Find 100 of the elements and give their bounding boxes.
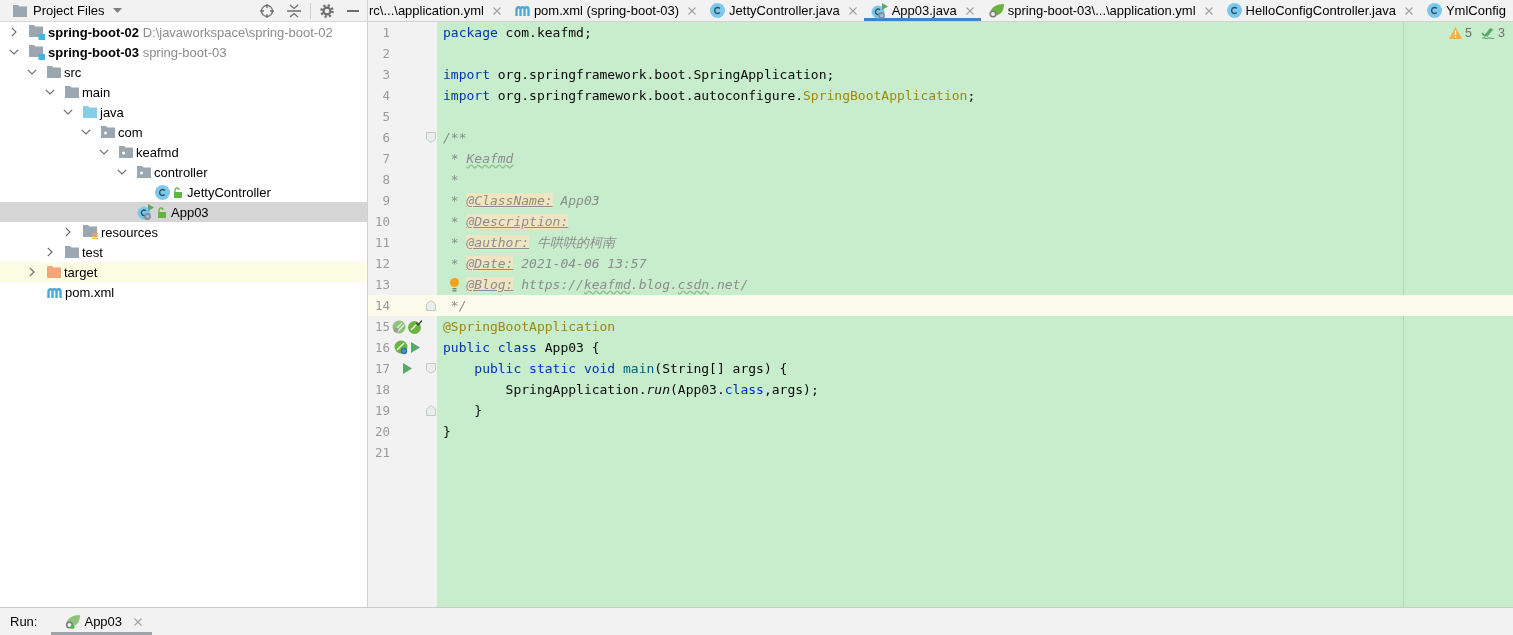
- chevron-down-icon[interactable]: [45, 89, 55, 95]
- m-file-icon: [47, 286, 62, 298]
- close-icon[interactable]: [688, 6, 697, 15]
- runnable-class-icon: [137, 204, 154, 220]
- class-icon: [1426, 3, 1442, 18]
- tree-item[interactable]: test: [0, 242, 367, 262]
- lightbulb-icon[interactable]: [450, 277, 460, 292]
- tree-item[interactable]: java: [0, 102, 367, 122]
- line-number: 2: [381, 46, 390, 61]
- run-icon[interactable]: [411, 342, 420, 353]
- chevron-down-icon[interactable]: [63, 109, 73, 115]
- line-number: 8: [381, 172, 390, 187]
- tree-item[interactable]: spring-boot-03 spring-boot-03: [0, 42, 367, 62]
- warning-icon: [1449, 27, 1463, 39]
- folder-icon: [13, 4, 27, 17]
- chevron-right-icon[interactable]: [11, 27, 17, 37]
- line-number: 21: [373, 445, 390, 460]
- editor-tab[interactable]: rc\...\application.yml: [368, 0, 508, 21]
- close-icon[interactable]: [1404, 6, 1413, 15]
- line-number: 9: [381, 193, 390, 208]
- resources-folder-icon: [83, 225, 98, 239]
- settings-icon[interactable]: [320, 3, 334, 18]
- chevron-down-icon[interactable]: [117, 169, 127, 175]
- close-icon[interactable]: [965, 6, 974, 15]
- module-folder-icon: [29, 44, 45, 60]
- line-number: 13: [373, 277, 390, 292]
- line-number: 5: [381, 109, 390, 124]
- inspections-widget[interactable]: 5 3: [1449, 26, 1511, 40]
- collapse-all-icon[interactable]: [287, 3, 301, 18]
- leaf-gear-icon: [987, 3, 1004, 18]
- editor-tab[interactable]: JettyController.java: [703, 0, 864, 21]
- chevron-right-icon[interactable]: [65, 227, 71, 237]
- chevron-down-icon[interactable]: [99, 149, 109, 155]
- line-number: 15: [373, 319, 390, 334]
- code-line: @Blog: https://keafmd.blog.csdn.net/: [466, 277, 749, 292]
- tree-item[interactable]: target: [0, 262, 367, 282]
- lock-icon: [157, 206, 166, 218]
- code-line: public static void main(String[] args) {: [473, 361, 788, 376]
- tree-item[interactable]: main: [0, 82, 367, 102]
- tree-item[interactable]: spring-boot-02 D:\javaworkspace\spring-boot-02: [0, 22, 367, 42]
- leaf-gear-icon: [64, 614, 81, 629]
- chevron-down-icon[interactable]: [81, 129, 91, 135]
- chevron-right-icon[interactable]: [47, 247, 53, 257]
- code-line: *: [449, 172, 459, 187]
- code-line: @SpringBootApplication: [443, 319, 616, 334]
- editor-tab[interactable]: YmlConfig: [1419, 0, 1513, 21]
- runnable-class-icon: [870, 2, 888, 19]
- close-icon[interactable]: [848, 6, 857, 15]
- code-line: /**: [443, 130, 467, 145]
- chevron-right-icon[interactable]: [29, 267, 35, 277]
- run-tab[interactable]: App03: [51, 608, 153, 635]
- tree-item[interactable]: com: [0, 122, 367, 142]
- minimize-icon[interactable]: [347, 9, 359, 12]
- package-folder-icon: [119, 146, 133, 158]
- code-line: * @ClassName: App03: [449, 193, 600, 208]
- chevron-down-icon[interactable]: [27, 69, 37, 75]
- run-icon[interactable]: [402, 363, 412, 374]
- close-icon[interactable]: [492, 6, 501, 15]
- class-icon: [710, 3, 726, 18]
- close-icon[interactable]: [1204, 6, 1213, 15]
- code-line: * Keafmd: [449, 151, 514, 166]
- line-number: 14: [373, 298, 390, 313]
- bean-badge-icon[interactable]: [394, 340, 409, 355]
- tree-item[interactable]: resources: [0, 222, 367, 242]
- editor-tab[interactable]: pom.xml (spring-boot-03): [507, 0, 704, 21]
- m-file-icon: [514, 5, 530, 16]
- code-line: import org.springframework.boot.autoconfigure.SpringBootApplication;: [443, 88, 976, 103]
- line-number: 12: [373, 256, 390, 271]
- code-line: * @Description:: [449, 214, 569, 229]
- tree-item[interactable]: JettyController: [0, 182, 367, 202]
- caret-down-icon: [112, 8, 122, 13]
- code-line: public class App03 {: [443, 340, 600, 355]
- close-icon[interactable]: [134, 617, 143, 626]
- code-line: SpringApplication.run(App03.class,args);: [504, 382, 819, 397]
- line-number: 17: [373, 361, 390, 376]
- project-view-dropdown[interactable]: Project Files: [13, 0, 122, 21]
- line-number: 4: [381, 88, 390, 103]
- editor-tab[interactable]: App03.java: [863, 0, 981, 21]
- line-number: 7: [381, 151, 390, 166]
- folder-icon: [65, 86, 79, 98]
- line-number: 18: [373, 382, 390, 397]
- tree-item[interactable]: App03: [0, 202, 367, 222]
- editor-tab[interactable]: HelloConfigController.java: [1219, 0, 1420, 21]
- line-number: 1: [381, 25, 390, 40]
- code-line: */: [449, 298, 467, 313]
- code-line: package com.keafmd;: [443, 25, 592, 40]
- line-number: 20: [373, 424, 390, 439]
- code-line: }: [443, 424, 451, 439]
- tree-item[interactable]: src: [0, 62, 367, 82]
- code-line: }: [473, 403, 483, 418]
- excluded-folder-icon: [47, 266, 61, 278]
- line-number: 11: [373, 235, 390, 250]
- bean-link-icon[interactable]: [408, 319, 422, 334]
- locate-icon[interactable]: [260, 3, 274, 18]
- module-folder-icon: [29, 24, 45, 40]
- tree-item[interactable]: keafmd: [0, 142, 367, 162]
- tree-item[interactable]: pom.xml: [0, 282, 367, 302]
- chevron-down-icon[interactable]: [9, 49, 19, 55]
- tree-item[interactable]: controller: [0, 162, 367, 182]
- editor-tab[interactable]: spring-boot-03\...\application.yml: [980, 0, 1220, 21]
